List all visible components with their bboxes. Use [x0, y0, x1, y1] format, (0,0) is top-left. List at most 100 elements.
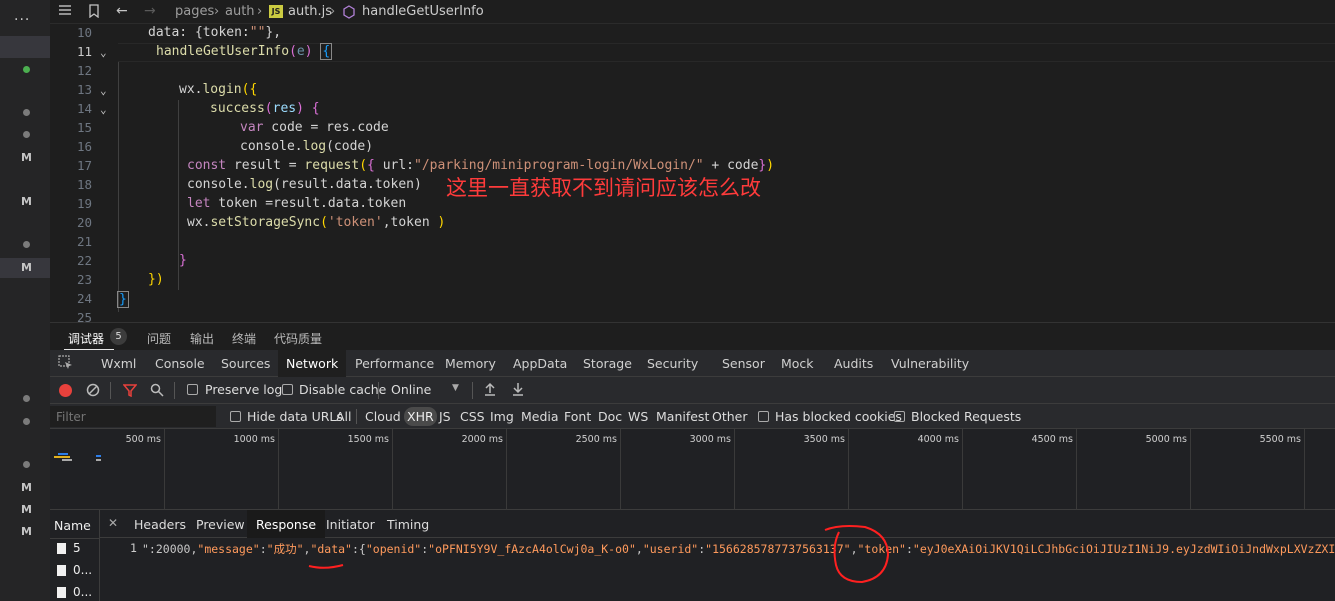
- timeline-bar: [62, 459, 72, 461]
- code-line: data: {token:""},: [148, 25, 282, 40]
- timeline-label: 1500 ms: [347, 434, 389, 445]
- forward-arrow-icon[interactable]: →: [144, 3, 156, 19]
- line-number: 17: [76, 158, 92, 173]
- timeline-label: 2500 ms: [575, 434, 617, 445]
- tab-vulnerability[interactable]: Vulnerability: [891, 356, 969, 371]
- tab-code-quality[interactable]: 代码质量: [274, 330, 322, 347]
- tab-mock[interactable]: Mock: [781, 356, 814, 371]
- preserve-log-label: Preserve log: [205, 382, 283, 397]
- timeline-gridline: [1190, 429, 1191, 510]
- request-detail-area: Name 5 0... 0... ✕ Headers Preview Respo…: [50, 510, 1335, 601]
- modified-marker: M: [21, 151, 32, 164]
- breadcrumb-folder[interactable]: pages: [175, 4, 214, 19]
- annotation-text: 这里一直获取不到请问应该怎么改: [446, 176, 761, 200]
- disable-cache-label: Disable cache: [299, 382, 387, 397]
- blocked-requests-checkbox[interactable]: [894, 411, 905, 422]
- line-number: 22: [76, 253, 92, 268]
- code-line: let token =result.data.token: [187, 196, 407, 211]
- tab-network[interactable]: Network: [278, 350, 347, 377]
- network-timeline[interactable]: 500 ms 1000 ms 1500 ms 2000 ms 2500 ms 3…: [50, 429, 1335, 510]
- git-dot-icon: [23, 241, 30, 248]
- tab-debugger[interactable]: 调试器: [68, 330, 104, 347]
- inspect-element-icon[interactable]: [58, 355, 73, 373]
- tab-performance[interactable]: Performance: [355, 356, 434, 371]
- filter-type-media[interactable]: Media: [521, 409, 559, 424]
- filter-type-xhr[interactable]: XHR: [404, 407, 437, 426]
- filter-type-font[interactable]: Font: [564, 409, 591, 424]
- code-line: console.log(result.data.token): [187, 177, 422, 192]
- tab-problems[interactable]: 问题: [147, 330, 171, 347]
- timeline-gridline: [962, 429, 963, 510]
- panel-tabs: 调试器 5 问题 输出 终端 代码质量: [50, 322, 1335, 350]
- breadcrumb-file[interactable]: auth.js: [288, 4, 332, 19]
- tab-sources[interactable]: Sources: [221, 356, 270, 371]
- dropdown-arrow-icon[interactable]: ▼: [452, 383, 459, 393]
- export-har-icon[interactable]: [512, 382, 524, 400]
- modified-marker: M: [21, 525, 32, 538]
- search-icon[interactable]: [150, 383, 164, 400]
- line-number: 10: [76, 25, 92, 40]
- fold-chevron-icon[interactable]: ⌄: [100, 103, 107, 116]
- breadcrumb-symbol[interactable]: handleGetUserInfo: [362, 4, 484, 19]
- fold-chevron-icon[interactable]: ⌄: [100, 84, 107, 97]
- tab-terminal[interactable]: 终端: [232, 330, 256, 347]
- timeline-gridline: [1076, 429, 1077, 510]
- filter-type-cloud[interactable]: Cloud: [365, 409, 401, 424]
- devtools-tabs: Wxml Console Sources Network Performance…: [50, 350, 1335, 377]
- code-line: }): [148, 272, 164, 287]
- indent-guide: [118, 62, 119, 312]
- blocked-cookies-label: Has blocked cookies: [775, 409, 902, 424]
- code-line: success(res) {: [210, 101, 320, 116]
- breadcrumb-folder[interactable]: auth: [225, 4, 255, 19]
- timeline-gridline: [506, 429, 507, 510]
- breadcrumb: ← → pages › auth › JS auth.js › handleGe…: [50, 0, 1335, 24]
- code-line: console.log(code): [240, 139, 374, 154]
- line-number: 20: [76, 215, 92, 230]
- fold-chevron-icon[interactable]: ⌄: [100, 46, 107, 59]
- timeline-label: 5500 ms: [1259, 434, 1301, 445]
- code-line: wx.login({: [179, 82, 258, 97]
- tab-memory[interactable]: Memory: [445, 356, 496, 371]
- line-number: 18: [76, 177, 92, 192]
- clear-icon[interactable]: [86, 383, 100, 400]
- filter-type-manifest[interactable]: Manifest: [656, 409, 709, 424]
- tab-audits[interactable]: Audits: [834, 356, 873, 371]
- tab-appdata[interactable]: AppData: [513, 356, 567, 371]
- list-icon[interactable]: [58, 3, 72, 21]
- timeline-label: 3000 ms: [689, 434, 731, 445]
- filter-type-css[interactable]: CSS: [460, 409, 485, 424]
- timeline-label: 2000 ms: [461, 434, 503, 445]
- filter-type-img[interactable]: Img: [490, 409, 514, 424]
- timeline-gridline: [278, 429, 279, 510]
- code-line: }: [179, 253, 187, 268]
- filter-type-doc[interactable]: Doc: [598, 409, 622, 424]
- more-actions-icon[interactable]: ...: [14, 8, 30, 24]
- problem-count-badge: 5: [110, 328, 127, 345]
- filter-type-other[interactable]: Other: [712, 409, 748, 424]
- filter-type-ws[interactable]: WS: [628, 409, 648, 424]
- record-icon[interactable]: [59, 384, 72, 397]
- timeline-label: 4500 ms: [1031, 434, 1073, 445]
- tab-wxml[interactable]: Wxml: [101, 356, 136, 371]
- filter-type-js[interactable]: JS: [439, 409, 451, 424]
- filter-input[interactable]: [50, 406, 216, 427]
- tab-sensor[interactable]: Sensor: [722, 356, 765, 371]
- chevron-right-icon: ›: [214, 4, 220, 19]
- preserve-log-checkbox[interactable]: [187, 384, 198, 395]
- timeline-gridline: [392, 429, 393, 510]
- throttling-select[interactable]: Online: [391, 382, 431, 397]
- back-arrow-icon[interactable]: ←: [116, 3, 128, 19]
- tab-output[interactable]: 输出: [190, 330, 214, 347]
- filter-icon[interactable]: [122, 383, 138, 400]
- disable-cache-checkbox[interactable]: [282, 384, 293, 395]
- bookmark-icon[interactable]: [88, 4, 100, 22]
- tab-console[interactable]: Console: [155, 356, 205, 371]
- tab-storage[interactable]: Storage: [583, 356, 632, 371]
- import-har-icon[interactable]: [484, 382, 496, 400]
- filter-type-all[interactable]: All: [336, 409, 352, 424]
- blocked-cookies-checkbox[interactable]: [758, 411, 769, 422]
- tab-security[interactable]: Security: [647, 356, 698, 371]
- timeline-bar: [58, 453, 68, 455]
- chevron-right-icon: ›: [257, 4, 263, 19]
- hide-data-urls-checkbox[interactable]: [230, 411, 241, 422]
